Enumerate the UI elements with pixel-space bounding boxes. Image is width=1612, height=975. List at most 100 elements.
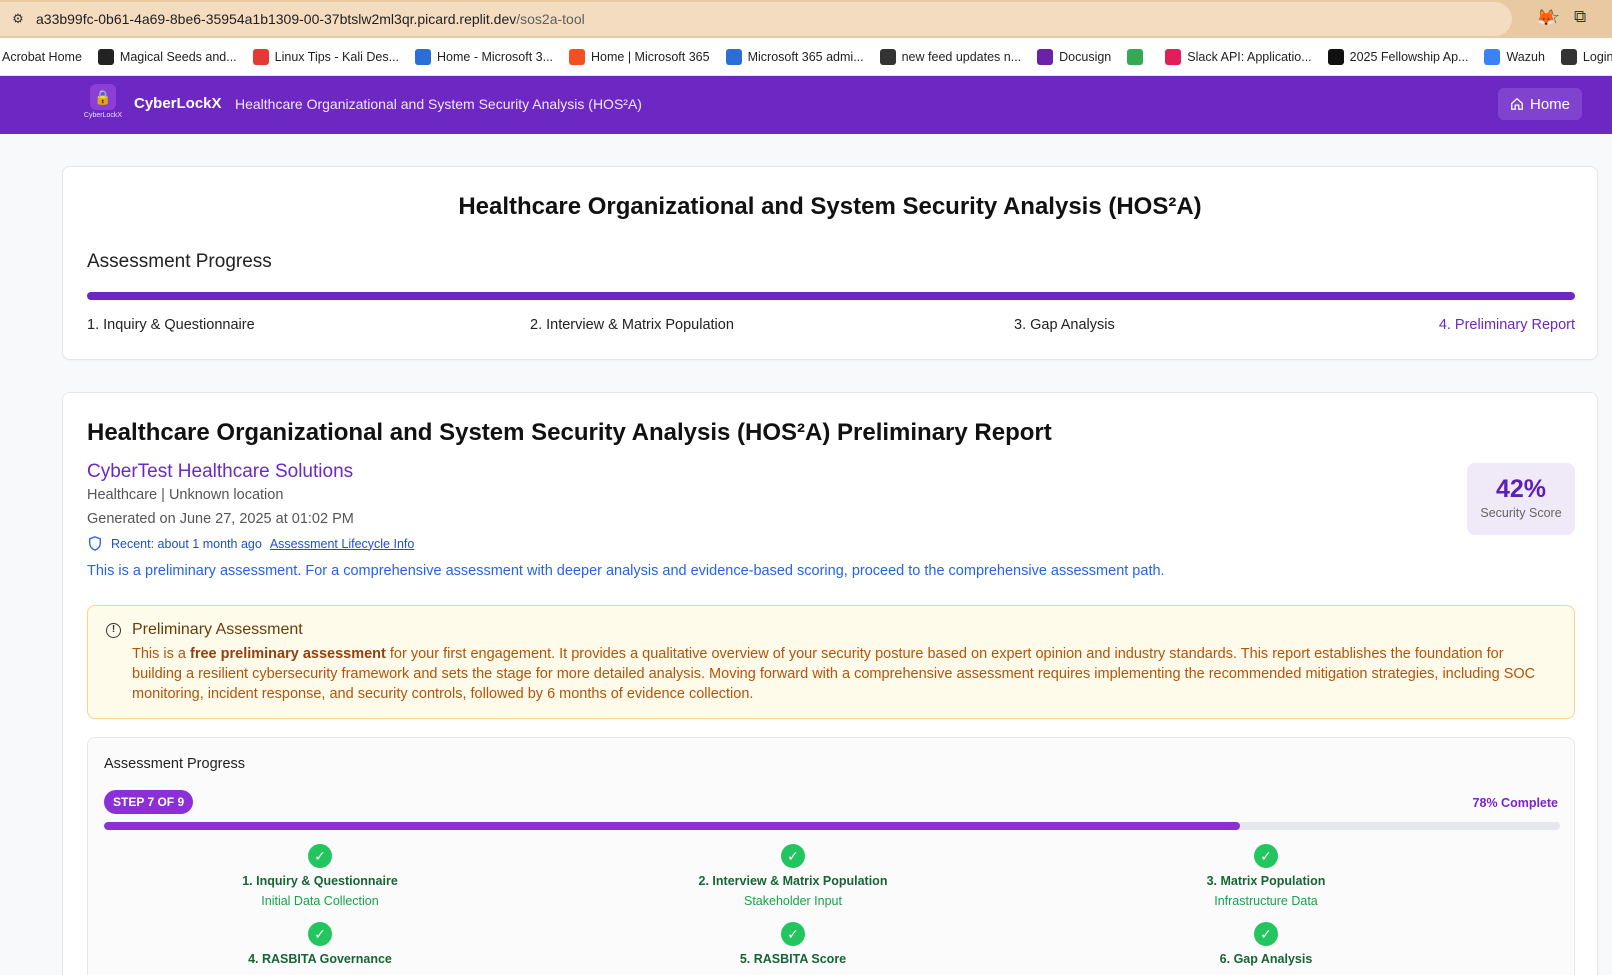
preliminary-note: This is a preliminary assessment. For a … — [87, 563, 1165, 579]
bookmark-label: Magical Seeds and... — [119, 49, 237, 64]
bookmark-item[interactable] — [1127, 48, 1149, 65]
bookmark-label: Slack API: Applicatio... — [1187, 49, 1312, 64]
tracker-title: Assessment Progress — [104, 756, 246, 772]
url-text: a33b99fc-0b61-4a69-8be6-35954a1b1309-00-… — [36, 11, 585, 27]
alert-body-bold: free preliminary assessment — [190, 646, 386, 662]
home-label: Home — [1529, 95, 1570, 113]
percent-complete: 78% Complete — [1472, 796, 1558, 810]
checkmark-icon: ✓ — [781, 844, 805, 868]
bookmark-label: Wazuh — [1506, 49, 1545, 64]
app-title: Healthcare Organizational and System Sec… — [235, 96, 642, 112]
bookmark-item[interactable]: Home - Microsoft 3... — [415, 48, 554, 65]
bookmark-item[interactable]: new feed updates n... — [879, 48, 1022, 65]
bookmark-favicon-icon — [415, 48, 432, 65]
bookmark-item[interactable]: Linux Tips - Kali Des... — [252, 48, 400, 65]
tracker-progress-track — [104, 822, 1560, 830]
recent-status: Recent: about 1 month ago Assessment Lif… — [87, 535, 414, 552]
bookmark-favicon-icon — [1037, 48, 1054, 65]
step-tracker: Assessment Progress STEP 7 OF 9 78% Comp… — [87, 737, 1575, 975]
tracker-step-name: 1. Inquiry & Questionnaire — [242, 874, 398, 888]
url-host: a33b99fc-0b61-4a69-8be6-35954a1b1309-00-… — [36, 11, 517, 27]
alert-title: Preliminary Assessment — [132, 621, 303, 638]
progress-step-4[interactable]: 4. Preliminary Report — [1439, 317, 1575, 333]
bookmark-label: Docusign — [1059, 49, 1112, 64]
bookmark-label: Acrobat Home — [2, 49, 82, 64]
bookmark-label: 2025 Fellowship Ap... — [1349, 49, 1469, 64]
bookmark-item[interactable]: Acrobat Home — [2, 50, 82, 64]
bookmarks-bar: Acrobat Home Magical Seeds and... Linux Ti… — [0, 38, 1612, 76]
app-header: 🔒 CyberLockX CyberLockX Healthcare Organ… — [0, 76, 1612, 134]
progress-steps: 1. Inquiry & Questionnaire 2. Interview … — [87, 317, 1575, 337]
bookmark-item[interactable]: Wazuh — [1484, 48, 1545, 65]
brand-name[interactable]: CyberLockX — [134, 95, 222, 112]
home-button[interactable]: Home — [1498, 88, 1582, 120]
bookmark-label: Home | Microsoft 365 — [591, 49, 710, 64]
bookmark-favicon-icon — [725, 48, 742, 65]
bookmark-item[interactable]: Microsoft 365 admi... — [725, 48, 864, 65]
bookmark-favicon-icon — [1327, 48, 1344, 65]
bookmark-item[interactable]: Home | Microsoft 365 — [569, 48, 710, 65]
progress-subtitle: Assessment Progress — [87, 251, 272, 272]
tracker-step-name: 4. RASBITA Governance — [248, 952, 392, 966]
bookmark-favicon-icon — [1484, 48, 1501, 65]
checkmark-icon: ✓ — [781, 922, 805, 946]
security-score-value: 42% — [1495, 475, 1547, 503]
tracker-step: ✓ 4. RASBITA Governance — [170, 922, 470, 966]
progress-card: Healthcare Organizational and System Sec… — [62, 166, 1598, 360]
checkmark-icon: ✓ — [308, 844, 332, 868]
fox-extension-icon[interactable]: 🦊 — [1536, 8, 1556, 28]
address-field[interactable]: ⚙ a33b99fc-0b61-4a69-8be6-35954a1b1309-0… — [0, 2, 1512, 36]
tracker-progress-fill — [104, 822, 1240, 830]
progress-bar — [87, 292, 1575, 300]
lock-icon: 🔒 — [90, 84, 116, 110]
tracker-step: ✓ 2. Interview & Matrix Population Stakeho… — [643, 844, 943, 908]
report-card: Healthcare Organizational and System Sec… — [62, 392, 1598, 975]
checkmark-icon: ✓ — [308, 922, 332, 946]
bookmark-label: Linux Tips - Kali Des... — [274, 49, 400, 64]
lifecycle-info-link[interactable]: Assessment Lifecycle Info — [270, 537, 415, 551]
bookmark-favicon-icon — [1560, 48, 1577, 65]
bookmark-label: Home - Microsoft 3... — [437, 49, 554, 64]
tracker-step: ✓ 6. Gap Analysis — [1116, 922, 1416, 966]
checkmark-icon: ✓ — [1254, 844, 1278, 868]
tracker-step: ✓ 5. RASBITA Score — [643, 922, 943, 966]
step-badge: STEP 7 OF 9 — [104, 790, 194, 814]
tracker-step: ✓ 3. Matrix Population Infrastructure Data — [1116, 844, 1416, 908]
tracker-step-name: 3. Matrix Population — [1206, 874, 1326, 888]
preliminary-alert: ! Preliminary Assessment This is a free … — [87, 605, 1575, 719]
page-title: Healthcare Organizational and System Sec… — [458, 193, 1202, 220]
bookmark-label: Login Page — [1582, 49, 1612, 64]
site-info-icon[interactable]: ⚙ — [8, 9, 28, 29]
browser-url-bar: ⚙ a33b99fc-0b61-4a69-8be6-35954a1b1309-0… — [0, 0, 1612, 38]
progress-step-3[interactable]: 3. Gap Analysis — [1014, 317, 1115, 333]
organization-meta: Healthcare | Unknown location — [87, 487, 284, 503]
tracker-step-subtitle: Initial Data Collection — [261, 894, 379, 908]
generated-date: Generated on June 27, 2025 at 01:02 PM — [87, 511, 354, 527]
tracker-step-name: 5. RASBITA Score — [739, 952, 847, 966]
bookmark-item[interactable]: 2025 Fellowship Ap... — [1327, 48, 1469, 65]
logo[interactable]: 🔒 CyberLockX — [80, 84, 126, 124]
recent-label: Recent: about 1 month ago — [111, 536, 262, 551]
security-score-badge: 42% Security Score — [1467, 463, 1575, 535]
tracker-step-subtitle: Infrastructure Data — [1214, 894, 1318, 908]
extensions-puzzle-icon[interactable]: ⧉ — [1574, 7, 1594, 27]
bookmark-label: Microsoft 365 admi... — [747, 49, 864, 64]
bookmark-item[interactable]: Slack API: Applicatio... — [1165, 48, 1312, 65]
bookmark-item[interactable]: Docusign — [1037, 48, 1112, 65]
shield-icon — [89, 536, 101, 551]
tracker-step-name: 2. Interview & Matrix Population — [698, 874, 888, 888]
tracker-step-name: 6. Gap Analysis — [1219, 952, 1313, 966]
security-score-label: Security Score — [1480, 506, 1562, 520]
bookmark-item[interactable]: Magical Seeds and... — [97, 48, 237, 65]
progress-step-1[interactable]: 1. Inquiry & Questionnaire — [87, 317, 255, 333]
logo-text: CyberLockX — [83, 112, 123, 119]
alert-body: This is a free preliminary assessment fo… — [132, 644, 1552, 704]
checkmark-icon: ✓ — [1254, 922, 1278, 946]
home-icon — [1511, 97, 1523, 110]
bookmark-item[interactable]: Login Page — [1560, 48, 1612, 65]
bookmark-favicon-icon — [1165, 48, 1182, 65]
report-title: Healthcare Organizational and System Sec… — [87, 419, 1052, 446]
progress-step-2[interactable]: 2. Interview & Matrix Population — [530, 317, 734, 333]
bookmark-favicon-icon — [879, 48, 896, 65]
bookmark-label: new feed updates n... — [901, 49, 1022, 64]
